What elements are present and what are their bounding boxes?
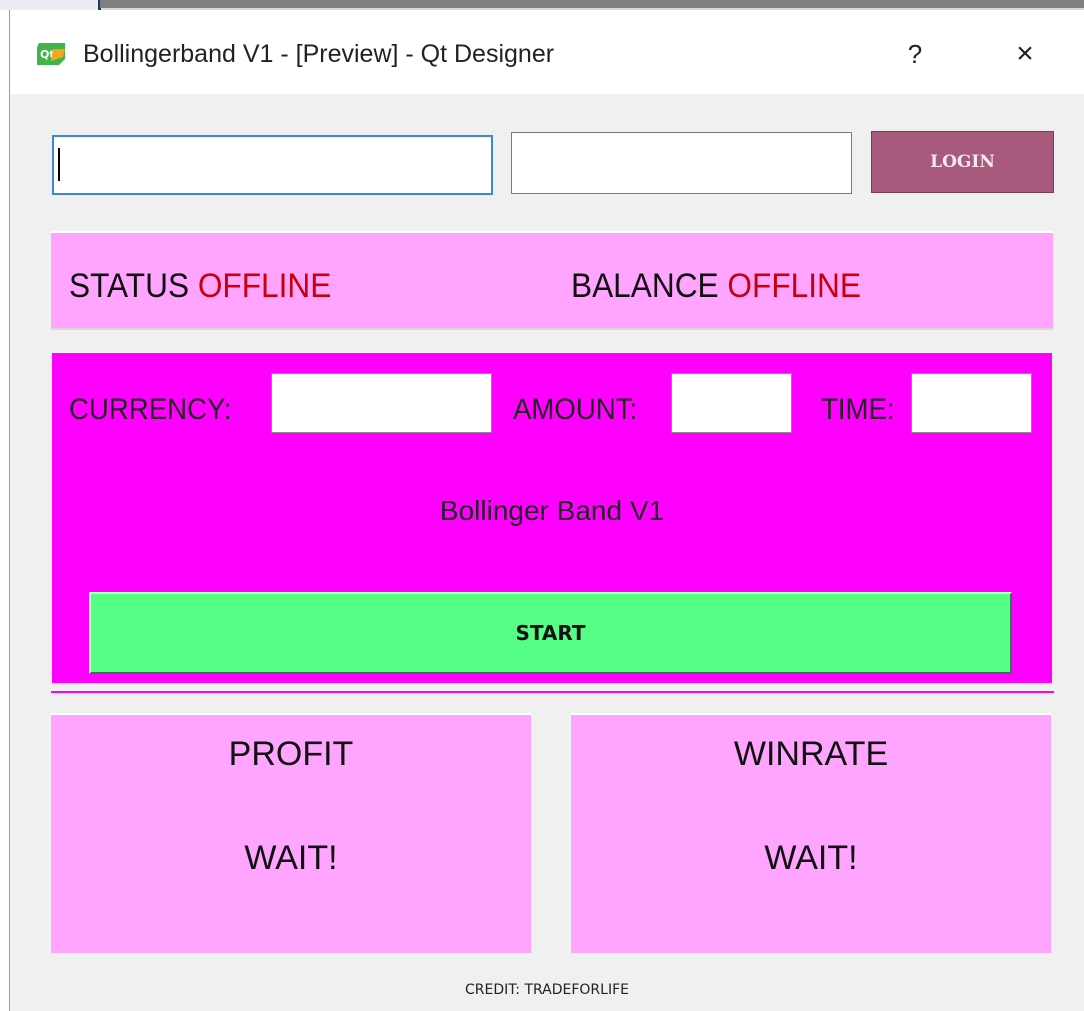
start-button[interactable]: START: [89, 592, 1012, 674]
login-button[interactable]: LOGIN: [871, 131, 1054, 193]
window-title: Bollingerband V1 - [Preview] - Qt Design…: [83, 40, 555, 68]
currency-label: CURRENCY:: [69, 393, 232, 426]
balance-display: BALANCE OFFLINE: [571, 267, 861, 306]
currency-input[interactable]: [271, 373, 492, 433]
panel-divider: [51, 691, 1054, 693]
status-panel: STATUS OFFLINE BALANCE OFFLINE: [51, 231, 1053, 330]
trade-control-panel: CURRENCY: AMOUNT: TIME: Bollinger Band V…: [52, 353, 1052, 683]
username-input[interactable]: [52, 135, 493, 195]
winrate-label: WINRATE: [733, 735, 889, 773]
status-display: STATUS OFFLINE: [69, 267, 331, 306]
profit-value: WAIT!: [244, 839, 338, 877]
credit-footer: CREDIT: TRADEFORLIFE: [465, 982, 629, 998]
profit-panel: PROFIT WAIT!: [51, 713, 531, 953]
amount-input[interactable]: [671, 373, 792, 433]
app-window: Qt Bollingerband V1 - [Preview] - Qt Des…: [9, 10, 1084, 1011]
title-bar[interactable]: Qt Bollingerband V1 - [Preview] - Qt Des…: [10, 10, 1084, 94]
amount-label: AMOUNT:: [513, 393, 638, 426]
desktop-background-tab: [0, 0, 98, 10]
status-value: OFFLINE: [197, 267, 332, 305]
qt-designer-icon: Qt: [37, 43, 65, 65]
help-button[interactable]: ?: [890, 34, 940, 74]
profit-label: PROFIT: [228, 735, 354, 773]
balance-value: OFFLINE: [727, 267, 861, 305]
balance-label: BALANCE: [571, 267, 719, 305]
status-label: STATUS: [69, 267, 190, 305]
strategy-name: Bollinger Band V1: [439, 495, 665, 526]
time-label: TIME:: [821, 393, 895, 426]
close-button[interactable]: ×: [1000, 34, 1050, 74]
winrate-panel: WINRATE WAIT!: [571, 713, 1051, 953]
password-input[interactable]: [511, 132, 852, 194]
text-cursor: [58, 148, 60, 181]
winrate-value: WAIT!: [764, 839, 858, 877]
time-input[interactable]: [911, 373, 1032, 433]
desktop-taskbar-edge: [100, 0, 1084, 8]
